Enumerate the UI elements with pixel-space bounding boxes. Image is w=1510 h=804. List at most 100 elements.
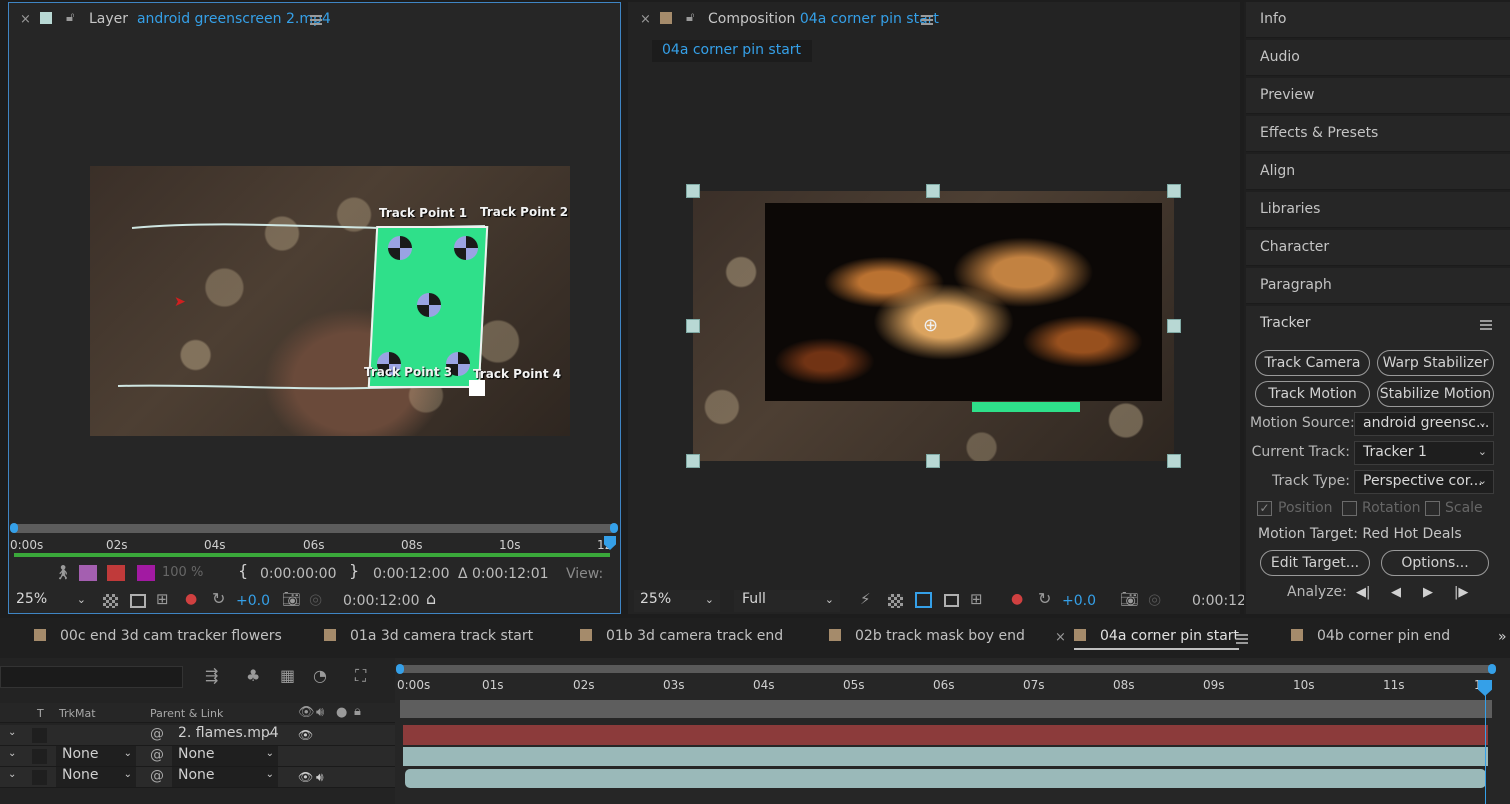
grid-guides-icon[interactable]: ⊞	[970, 592, 983, 607]
panel-info[interactable]: Info	[1246, 2, 1510, 38]
set-in-point-icon[interactable]: {	[238, 563, 248, 579]
layer-panel-menu-icon[interactable]	[310, 15, 322, 25]
layer-bar-3[interactable]	[405, 769, 1486, 788]
shy-layers-icon[interactable]: ♣	[246, 668, 260, 684]
timeline-search-input[interactable]	[0, 666, 183, 688]
timeline-tab-menu-icon[interactable]	[1236, 634, 1248, 644]
exposure-reset-icon[interactable]: ↻	[212, 591, 225, 607]
transform-handle[interactable]	[926, 184, 940, 198]
set-out-point-icon[interactable]: }	[349, 563, 359, 579]
panel-character[interactable]: Character	[1246, 230, 1510, 266]
mask-path-icon[interactable]	[915, 592, 932, 608]
anchor-point-icon[interactable]: ⊕	[923, 315, 938, 336]
close-icon[interactable]: ×	[640, 13, 651, 26]
comp-exposure-value[interactable]: +0.0	[1062, 593, 1096, 609]
puppet-icon[interactable]: 🚶︎	[54, 566, 72, 580]
comp-zoom-dropdown[interactable]: 25% ⌄	[634, 590, 720, 612]
video-visibility-icon[interactable]: 👁︎	[298, 770, 313, 784]
transform-handle[interactable]	[1167, 454, 1181, 468]
comp-panel-menu-icon[interactable]	[921, 15, 933, 25]
track-point-handle[interactable]	[469, 380, 485, 396]
pickwhip-icon[interactable]: @	[150, 747, 164, 763]
panel-paragraph[interactable]: Paragraph	[1246, 268, 1510, 304]
parent-dropdown[interactable]: None ⌄	[172, 767, 278, 787]
panel-libraries[interactable]: Libraries	[1246, 192, 1510, 228]
trkmat-dropdown[interactable]: None ⌄	[56, 746, 136, 766]
parent-dropdown[interactable]: None ⌄	[172, 746, 278, 766]
transform-handle[interactable]	[686, 184, 700, 198]
mask-toggle-icon[interactable]	[130, 594, 146, 608]
transform-handle[interactable]	[926, 454, 940, 468]
panel-effects-presets[interactable]: Effects & Presets	[1246, 116, 1510, 152]
video-visibility-icon[interactable]: 👁︎	[298, 706, 315, 719]
t-switch[interactable]	[32, 770, 47, 785]
layer-exposure-value[interactable]: +0.0	[236, 593, 270, 609]
panel-preview[interactable]: Preview	[1246, 78, 1510, 114]
track-type-dropdown[interactable]: Perspective cor... ⌄	[1354, 470, 1494, 494]
snapshot-icon[interactable]: 📷︎	[1120, 592, 1139, 607]
in-time[interactable]: 0:00:00:00	[260, 566, 337, 582]
grid-guides-icon[interactable]: ⊞	[156, 592, 169, 607]
layer-row[interactable]: ⌄ @ 2. flames.mp4 ⌄ 👁︎	[0, 725, 395, 746]
transform-handle[interactable]	[686, 454, 700, 468]
panel-align[interactable]: Align	[1246, 154, 1510, 190]
layer-bar-flames[interactable]	[403, 725, 1488, 745]
out-time[interactable]: 0:00:12:00	[373, 566, 450, 582]
timeline-in-handle[interactable]	[396, 664, 404, 674]
comp-sub-tab[interactable]: 04a corner pin start	[652, 40, 812, 62]
motion-blur-icon[interactable]	[79, 565, 97, 581]
stabilize-motion-button[interactable]: Stabilize Motion	[1377, 381, 1494, 407]
edit-target-button[interactable]: Edit Target...	[1260, 550, 1370, 576]
comp-resolution-dropdown[interactable]: Full ⌄	[734, 590, 840, 612]
graph-editor-icon[interactable]: ⛶	[355, 668, 366, 684]
scale-checkbox[interactable]	[1425, 501, 1440, 516]
fast-preview-icon[interactable]: ⚡︎	[860, 592, 871, 607]
layer-panel-title[interactable]: Layer android greenscreen 2.mp4	[89, 11, 331, 27]
timeline-tab[interactable]: 02b track mask boy end	[829, 628, 1025, 644]
show-snapshot-icon[interactable]: ◎	[309, 592, 322, 607]
options-button[interactable]: Options...	[1381, 550, 1489, 576]
t-switch[interactable]	[32, 728, 47, 743]
pickwhip-icon[interactable]: @	[150, 768, 164, 784]
show-snapshot-icon[interactable]: ◎	[1148, 592, 1161, 607]
tracker-menu-icon[interactable]	[1480, 320, 1492, 330]
layer-row[interactable]: ⌄ None ⌄ @ None ⌄	[0, 746, 395, 767]
composition-panel-title[interactable]: Composition 04a corner pin start	[708, 11, 939, 27]
layer-zoom-dropdown[interactable]: 25% ⌄	[12, 590, 92, 612]
analyze-back-icon[interactable]: ◀	[1391, 586, 1401, 599]
snapshot-icon[interactable]: 📷︎	[282, 592, 301, 607]
analyze-forward-one-icon[interactable]: |▶	[1454, 586, 1468, 599]
render-icon[interactable]: ⌂	[426, 591, 436, 607]
panel-audio[interactable]: Audio	[1246, 40, 1510, 76]
channel-icon[interactable]: ●	[1011, 592, 1023, 606]
layer-work-area-bar[interactable]	[14, 524, 614, 533]
track-motion-button[interactable]: Track Motion	[1255, 381, 1370, 407]
lock-column-icon[interactable]: 🔒︎	[354, 705, 361, 718]
region-of-interest-icon[interactable]	[944, 594, 959, 607]
analyze-back-one-icon[interactable]: ◀|	[1356, 586, 1370, 599]
transform-handle[interactable]	[1167, 184, 1181, 198]
current-track-dropdown[interactable]: Tracker 1 ⌄	[1354, 441, 1494, 465]
exposure-reset-icon[interactable]: ↻	[1038, 591, 1051, 607]
layer-out-handle[interactable]	[610, 523, 618, 533]
t-switch[interactable]	[32, 749, 47, 764]
timeline-work-area-bar[interactable]	[400, 665, 1494, 673]
timeline-out-handle[interactable]	[1488, 664, 1496, 674]
audio-icon[interactable]: 🔊︎	[316, 706, 324, 719]
motion-blur-icon[interactable]: ◔	[313, 668, 327, 684]
close-icon[interactable]: ×	[20, 13, 31, 26]
transform-handle[interactable]	[1167, 319, 1181, 333]
analyze-forward-icon[interactable]: ▶	[1423, 586, 1433, 599]
transparency-grid-icon[interactable]	[103, 594, 118, 608]
rotation-checkbox[interactable]	[1342, 501, 1357, 516]
layer-bar-2[interactable]	[403, 747, 1488, 766]
shy-icon[interactable]	[107, 565, 125, 581]
frame-blending-icon[interactable]: ▦	[280, 668, 295, 684]
solo-icon[interactable]: ●	[336, 706, 347, 719]
track-camera-button[interactable]: Track Camera	[1255, 350, 1370, 376]
video-visibility-icon[interactable]: 👁︎	[298, 728, 313, 742]
composition-viewer[interactable]: ⊕	[693, 191, 1174, 461]
composition-flowchart-icon[interactable]: ⇶	[205, 668, 218, 684]
tab-overflow-icon[interactable]: »	[1498, 630, 1507, 644]
timeline-tab[interactable]: 04b corner pin end	[1291, 628, 1450, 644]
